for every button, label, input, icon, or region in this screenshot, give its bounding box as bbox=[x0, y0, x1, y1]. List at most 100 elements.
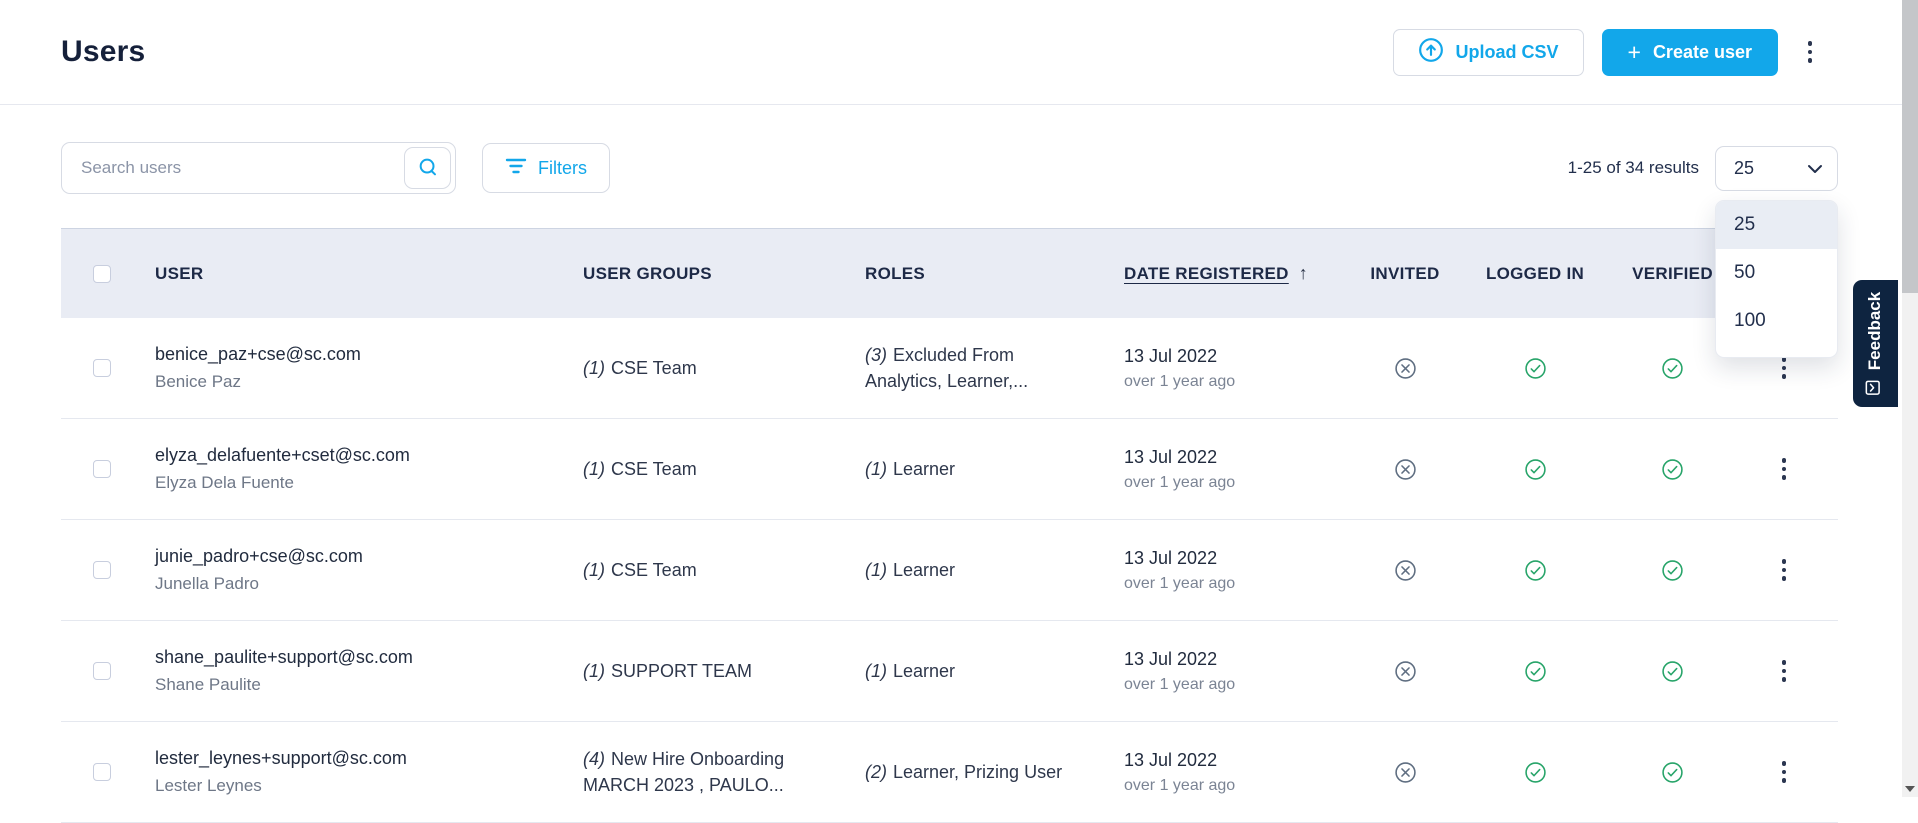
invited-status-icon bbox=[1355, 761, 1455, 784]
sort-ascending-icon: ↑ bbox=[1298, 263, 1309, 283]
user-email: shane_paulite+support@sc.com bbox=[155, 647, 413, 667]
column-header-logged-in[interactable]: LOGGED IN bbox=[1455, 264, 1615, 284]
more-actions-button[interactable] bbox=[1796, 31, 1824, 73]
logged-in-status-icon bbox=[1455, 357, 1615, 380]
search-button[interactable] bbox=[404, 147, 451, 189]
user-name: Elyza Dela Fuente bbox=[155, 473, 294, 492]
row-actions-button[interactable] bbox=[1770, 448, 1798, 490]
page-size-option[interactable]: 100 bbox=[1716, 297, 1837, 345]
user-name: Lester Leynes bbox=[155, 776, 262, 795]
invited-status-icon bbox=[1355, 357, 1455, 380]
column-header-date-registered[interactable]: DATE REGISTERED ↑ bbox=[1115, 263, 1355, 284]
user-email: elyza_delafuente+cset@sc.com bbox=[155, 445, 410, 465]
table-row[interactable]: lester_leynes+support@sc.com Lester Leyn… bbox=[61, 722, 1838, 823]
row-checkbox[interactable] bbox=[93, 662, 111, 680]
verified-status-icon bbox=[1615, 559, 1730, 582]
scrollbar-down-button[interactable] bbox=[1902, 780, 1918, 797]
table-row[interactable]: benice_paz+cse@sc.com Benice Paz (1) CSE … bbox=[61, 318, 1838, 419]
user-email: junie_padro+cse@sc.com bbox=[155, 546, 363, 566]
roles-cell: (3) Excluded From Analytics, Learner,... bbox=[865, 345, 1029, 391]
date-registered-label: DATE REGISTERED bbox=[1124, 264, 1289, 283]
table-row[interactable]: elyza_delafuente+cset@sc.com Elyza Dela … bbox=[61, 419, 1838, 520]
upload-icon bbox=[1418, 37, 1444, 68]
row-actions-button[interactable] bbox=[1770, 751, 1798, 793]
feedback-tab[interactable]: Feedback bbox=[1853, 280, 1898, 407]
date-registered-cell: 13 Jul 2022 over 1 year ago bbox=[1124, 547, 1236, 592]
roles-cell: (1) Learner bbox=[865, 459, 956, 479]
feedback-label: Feedback bbox=[1865, 291, 1885, 370]
user-groups-cell: (1) CSE Team bbox=[583, 358, 697, 378]
search-icon bbox=[417, 156, 439, 181]
column-header-user[interactable]: USER bbox=[155, 264, 583, 284]
scrollbar-thumb[interactable] bbox=[1902, 0, 1918, 293]
user-groups-cell: (1) SUPPORT TEAM bbox=[583, 661, 753, 681]
date-registered-cell: 13 Jul 2022 over 1 year ago bbox=[1124, 749, 1236, 794]
roles-cell: (2) Learner, Prizing User bbox=[865, 762, 1063, 782]
logged-in-status-icon bbox=[1455, 458, 1615, 481]
feedback-message-icon bbox=[1865, 379, 1887, 396]
user-name: Benice Paz bbox=[155, 372, 241, 391]
user-email: benice_paz+cse@sc.com bbox=[155, 344, 361, 364]
date-registered-cell: 13 Jul 2022 over 1 year ago bbox=[1124, 648, 1236, 693]
page-header: Users Upload CSV + Create user bbox=[0, 0, 1902, 105]
table-header-row: USER USER GROUPS ROLES DATE REGISTERED ↑ … bbox=[61, 228, 1838, 318]
user-name: Junella Padro bbox=[155, 574, 259, 593]
invited-status-icon bbox=[1355, 559, 1455, 582]
date-registered-cell: 13 Jul 2022 over 1 year ago bbox=[1124, 446, 1236, 491]
user-groups-cell: (1) CSE Team bbox=[583, 560, 697, 580]
header-actions: Upload CSV + Create user bbox=[1393, 28, 1824, 76]
search-input[interactable] bbox=[62, 143, 392, 193]
user-groups-cell: (4) New Hire Onboarding MARCH 2023 , PAUL… bbox=[583, 749, 785, 795]
verified-status-icon bbox=[1615, 357, 1730, 380]
column-header-roles[interactable]: ROLES bbox=[865, 264, 1115, 284]
users-page: Users Upload CSV + Create user Search us… bbox=[0, 0, 1902, 823]
roles-cell: (1) Learner bbox=[865, 661, 956, 681]
page-size-select[interactable]: 25 bbox=[1715, 145, 1838, 191]
invited-status-icon bbox=[1355, 660, 1455, 683]
column-header-invited[interactable]: INVITED bbox=[1355, 264, 1455, 284]
row-actions-button[interactable] bbox=[1770, 549, 1798, 591]
plus-icon: + bbox=[1627, 38, 1641, 65]
row-checkbox[interactable] bbox=[93, 359, 111, 377]
column-header-verified[interactable]: VERIFIED bbox=[1615, 264, 1730, 284]
select-all-checkbox[interactable] bbox=[93, 264, 111, 283]
filter-icon bbox=[505, 157, 527, 180]
filters-label: Filters bbox=[538, 157, 587, 178]
table-row[interactable]: shane_paulite+support@sc.com Shane Pauli… bbox=[61, 621, 1838, 722]
create-user-label: Create user bbox=[1652, 41, 1752, 62]
pagination-controls: 1-25 of 34 results 25 bbox=[1567, 145, 1838, 191]
row-checkbox[interactable] bbox=[93, 460, 111, 478]
verified-status-icon bbox=[1615, 458, 1730, 481]
users-table: USER USER GROUPS ROLES DATE REGISTERED ↑ … bbox=[61, 228, 1838, 823]
chevron-down-icon bbox=[1807, 158, 1823, 179]
row-checkbox[interactable] bbox=[93, 561, 111, 579]
table-body: benice_paz+cse@sc.com Benice Paz (1) CSE … bbox=[61, 318, 1838, 823]
results-count: 1-25 of 34 results bbox=[1567, 158, 1699, 177]
column-header-user-groups[interactable]: USER GROUPS bbox=[583, 264, 865, 284]
scrollbar bbox=[1902, 0, 1918, 797]
user-groups-cell: (1) CSE Team bbox=[583, 459, 697, 479]
roles-cell: (1) Learner bbox=[865, 560, 956, 580]
logged-in-status-icon bbox=[1455, 761, 1615, 784]
filters-button[interactable]: Filters bbox=[482, 143, 610, 193]
page-size-option[interactable]: 25 bbox=[1716, 201, 1837, 249]
page-size-value: 25 bbox=[1734, 157, 1755, 178]
verified-status-icon bbox=[1615, 660, 1730, 683]
row-checkbox[interactable] bbox=[93, 763, 111, 781]
logged-in-status-icon bbox=[1455, 559, 1615, 582]
user-email: lester_leynes+support@sc.com bbox=[155, 748, 407, 768]
verified-status-icon bbox=[1615, 761, 1730, 784]
page-size-option[interactable]: 50 bbox=[1716, 249, 1837, 297]
row-actions-button[interactable] bbox=[1770, 650, 1798, 692]
create-user-button[interactable]: + Create user bbox=[1601, 28, 1778, 76]
upload-csv-button[interactable]: Upload CSV bbox=[1393, 28, 1584, 76]
table-row[interactable]: junie_padro+cse@sc.com Junella Padro (1)… bbox=[61, 520, 1838, 621]
table-toolbar: Filters 1-25 of 34 results 25 bbox=[61, 142, 1838, 194]
logged-in-status-icon bbox=[1455, 660, 1615, 683]
invited-status-icon bbox=[1355, 458, 1455, 481]
page-title: Users bbox=[61, 35, 146, 68]
page-size-dropdown: 25 50 100 bbox=[1715, 200, 1838, 358]
date-registered-cell: 13 Jul 2022 over 1 year ago bbox=[1124, 345, 1236, 390]
search-box bbox=[61, 142, 456, 194]
user-name: Shane Paulite bbox=[155, 675, 261, 694]
